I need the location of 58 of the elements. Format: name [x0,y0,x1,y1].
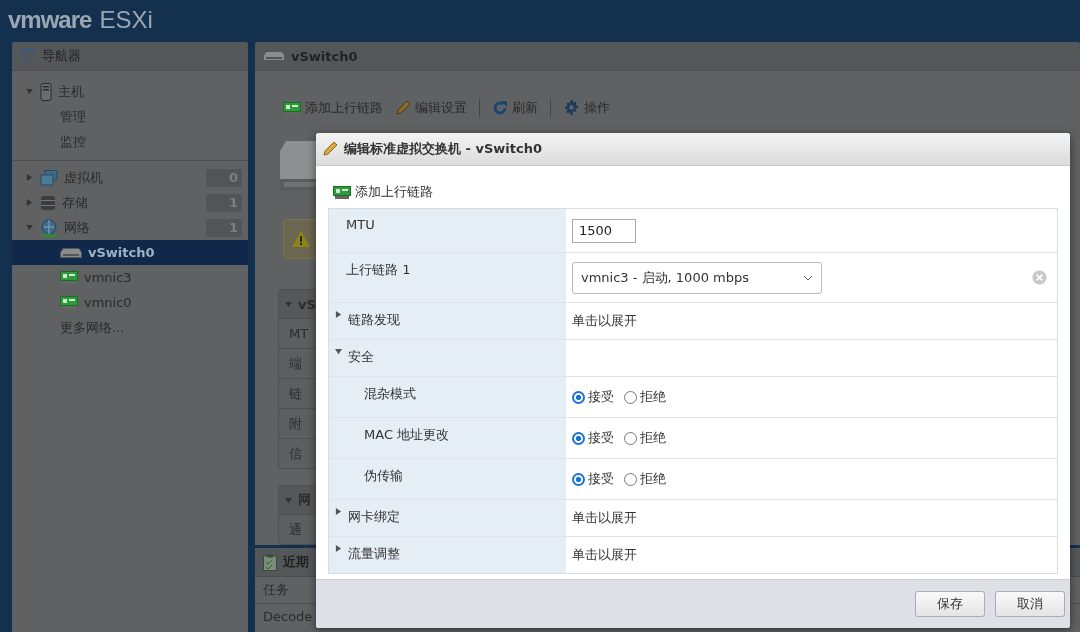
radio-label: 接受 [588,470,614,488]
field-label: 流量调整 [348,545,400,563]
tree-icon [20,48,36,64]
radio-button[interactable] [572,472,585,486]
brand-logo: vmware [8,6,92,34]
storage-icon [40,194,56,211]
field-label: MTU [346,217,375,232]
expand-hint[interactable]: 单击以展开 [572,546,637,564]
nav-item[interactable]: vmnic3 [12,265,248,290]
field-label: 混杂模式 [364,385,416,403]
uplink-dropdown[interactable]: vmnic3 - 启动, 1000 mbps [572,261,822,294]
nic-icon [283,101,301,115]
nic-icon [60,271,78,284]
radio-button[interactable] [572,390,585,404]
switch-drawing [280,141,316,191]
radio-button[interactable] [624,472,637,486]
panel-title: vSwitch0 [291,48,358,64]
pencil-icon [395,100,411,116]
switch-icon [60,247,82,258]
pencil-icon [322,141,338,157]
nav-label: vmnic0 [84,295,132,310]
switch-icon [263,51,285,61]
nav-label: 存储 [62,193,88,212]
nic-icon [333,185,351,199]
collapse-caret-icon[interactable] [335,348,342,355]
dialog-button[interactable]: 取消 [995,591,1065,617]
radio-label: 接受 [588,388,614,406]
nic-icon [60,296,78,309]
mtu-field[interactable]: 1500 [572,218,636,243]
vm-icon [40,169,58,186]
clipboard-icon [263,553,277,571]
phone-icon [40,82,52,101]
radio-label: 拒绝 [640,388,666,406]
field-label: 伪传输 [364,467,403,485]
nav-label: vSwitch0 [88,245,155,260]
nav-item[interactable]: vmnic0 [12,290,248,315]
warning-icon [292,231,310,247]
expand-caret-icon[interactable] [335,311,342,318]
field-label: 安全 [348,348,374,366]
expand-caret-icon[interactable] [335,508,342,515]
radio-label: 接受 [588,429,614,447]
nav-item[interactable]: vSwitch0 [12,240,248,265]
refresh-icon [492,100,508,116]
dialog-button[interactable]: 保存 [915,591,985,617]
radio-label: 拒绝 [640,470,666,488]
radio-label: 拒绝 [640,429,666,447]
globe-icon [40,218,58,237]
radio-button[interactable] [624,431,637,445]
field-label: 上行链路 1 [346,261,411,279]
product-name: ESXi [99,6,153,34]
panel-title: 近期 [283,553,309,571]
radio-button[interactable] [624,390,637,404]
add-uplink-button[interactable]: 添加上行链路 [328,182,433,202]
radio-button[interactable] [572,431,585,445]
dialog-title: 编辑标准虚拟交换机 - vSwitch0 [344,140,542,158]
gear-icon [563,99,580,117]
caret-icon [803,274,813,281]
nav-label: vmnic3 [84,270,132,285]
